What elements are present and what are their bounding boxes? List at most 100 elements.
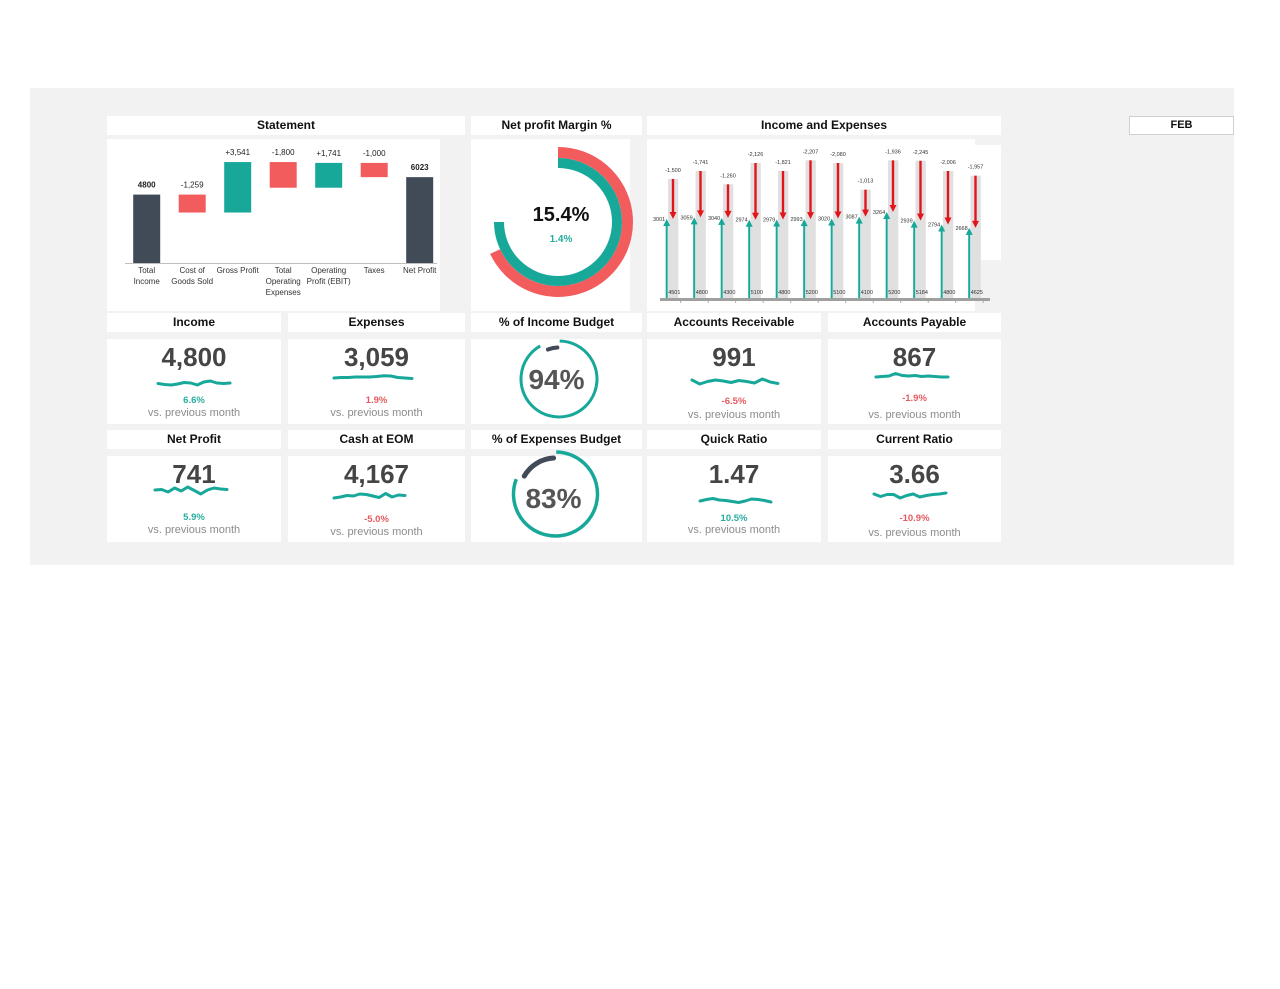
expense-data-label: -1,936 [885, 149, 901, 155]
sparkline-line [332, 492, 407, 500]
accounts-receivable-sparkline [690, 377, 780, 386]
income-data-label: 5184 [916, 290, 928, 296]
expense-data-label: -1,013 [858, 179, 874, 185]
net-data-label: 2974 [735, 218, 747, 224]
gauge-remaining-arc [521, 455, 557, 479]
waterfall-category-label: Gross Profit [216, 266, 259, 275]
net-profit-comparison-label: vs. previous month [147, 524, 241, 536]
income-data-label: 5200 [806, 290, 818, 296]
statement-title: Statement [107, 116, 465, 135]
income-data-label: 4800 [943, 290, 955, 296]
expense-data-label: -2,207 [803, 149, 819, 155]
quick-ratio-sparkline [698, 497, 773, 504]
cash-eom-comparison-label: vs. previous month [330, 526, 423, 538]
quick-ratio-card: 1.47 10.5% vs. previous month [647, 456, 821, 542]
expenses-sparkline [332, 374, 414, 380]
net-data-label: 3040 [708, 216, 720, 222]
cash-eom-kpi-title: Cash at EOM [288, 430, 465, 449]
expense-data-label: -2,006 [940, 160, 956, 166]
cash-eom-value: 4,167 [343, 459, 410, 489]
sparkline-line [156, 379, 232, 387]
net-data-label: 3020 [818, 216, 830, 222]
waterfall-bar-decrease [178, 194, 206, 213]
net-data-label: 2668 [955, 226, 967, 232]
income-data-label: 4800 [696, 290, 708, 296]
expense-data-label: -1,500 [665, 168, 681, 174]
accounts-payable-value: 867 [892, 342, 937, 372]
current-ratio-value: 3.66 [889, 459, 940, 489]
income-data-label: 4625 [971, 290, 983, 296]
waterfall-data-label: -1,259 [181, 181, 204, 190]
income-sparkline [156, 379, 232, 387]
accounts-payable-change: -1.9% [902, 393, 927, 404]
waterfall-category-label: Total Income [133, 266, 160, 286]
quick-ratio-title: Quick Ratio [647, 430, 821, 449]
waterfall-category-label: Total Operating Expenses [265, 266, 301, 297]
expense-data-label: -2,126 [748, 152, 764, 158]
period-selector[interactable]: FEB [1129, 116, 1234, 135]
income-budget-card: 94% [471, 339, 642, 424]
accounts-receivable-comparison-label: vs. previous month [687, 409, 781, 421]
net-data-label: 2979 [763, 218, 775, 224]
net-data-label: 3087 [845, 215, 857, 221]
sparkline-line [874, 372, 950, 379]
accounts-receivable-card: 991 -6.5% vs. previous month [647, 339, 821, 424]
sparkline-line [698, 497, 773, 504]
expenses-value: 3,059 [343, 342, 410, 372]
expenses-kpi-title: Expenses [288, 313, 465, 332]
net-data-label: 2993 [790, 217, 802, 223]
waterfall-data-label: -1,000 [363, 149, 386, 158]
expense-data-label: -1,821 [775, 160, 791, 166]
waterfall-category-label: Taxes [363, 266, 385, 275]
waterfall-bar-increase [315, 162, 343, 188]
current-ratio-change: -10.9% [899, 513, 930, 524]
net-data-label: 3001 [653, 217, 665, 223]
accounts-payable-card: 867 -1.9% vs. previous month [828, 339, 1001, 424]
waterfall-category-label: Cost of Goods Sold [171, 266, 214, 286]
waterfall-data-label: +3,541 [225, 148, 250, 157]
accounts-receivable-change: -6.5% [721, 396, 747, 407]
net-profit-margin-panel: 15.4% 1.4% [471, 139, 633, 311]
net-profit-kpi-title: Net Profit [107, 430, 281, 449]
waterfall-data-label: -1,800 [272, 148, 295, 157]
accounts-payable-title: Accounts Payable [828, 313, 1001, 332]
expense-data-label: -2,080 [830, 152, 846, 158]
income-expenses-chart: -1,500 4501 3001 -1,741 4800 3059 -1,260 4300 30… [653, 149, 990, 303]
income-data-label: 4800 [778, 290, 790, 296]
quick-ratio-comparison-label: vs. previous month [687, 524, 781, 536]
net-profit-kpi-card: 741 5.9% vs. previous month [107, 456, 281, 542]
cash-eom-kpi-card: 4,167 -5.0% vs. previous month [288, 456, 465, 542]
sparkline-line [690, 377, 780, 386]
income-data-label: 4100 [861, 290, 873, 296]
expense-data-label: -2,245 [913, 150, 929, 156]
income-data-label: 5100 [833, 290, 845, 296]
net-data-label: 3264 [873, 210, 885, 216]
waterfall-data-label: +1,741 [316, 149, 341, 158]
income-expenses-title: Income and Expenses [647, 116, 1001, 135]
sparkline-line [872, 491, 948, 500]
net-profit-sparkline [153, 485, 229, 496]
income-data-label: 4501 [668, 290, 680, 296]
expenses-comparison-label: vs. previous month [330, 407, 423, 419]
waterfall-data-label: 4800 [138, 181, 156, 190]
expense-data-label: -1,957 [968, 165, 984, 171]
expenses-kpi-card: 3,059 1.9% vs. previous month [288, 339, 465, 424]
expenses-budget-title: % of Expenses Budget [471, 430, 642, 449]
sparkline-line [153, 485, 229, 496]
expenses-budget-value: 83% [525, 483, 582, 514]
accounts-receivable-title: Accounts Receivable [647, 313, 821, 332]
income-value: 4,800 [161, 342, 227, 372]
net-data-label: 2794 [928, 222, 940, 228]
income-data-label: 5100 [751, 290, 763, 296]
waterfall-category-label: Net Profit [403, 266, 437, 275]
net-profit-margin-value: 15.4% [532, 204, 590, 226]
income-data-label: 4300 [723, 290, 735, 296]
statement-chart-panel: 4800 -1,259 +3,541 -1,800 +1,741 -1,000 6023 T… [107, 139, 440, 311]
waterfall-category-label: Operating Profit (EBIT) [306, 266, 351, 286]
net-data-label: 3059 [680, 215, 692, 221]
accounts-receivable-value: 991 [712, 342, 756, 372]
net-data-label: 2939 [900, 219, 912, 225]
sparkline-line [332, 374, 414, 380]
income-data-label: 5200 [888, 290, 900, 296]
gauge-remaining-arc [545, 345, 560, 352]
